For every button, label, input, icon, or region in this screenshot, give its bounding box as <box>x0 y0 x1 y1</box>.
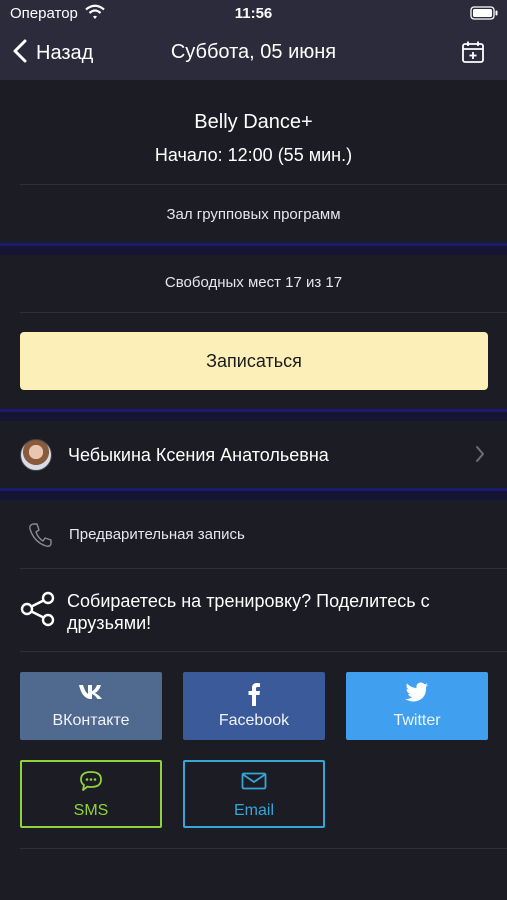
divider <box>20 184 507 185</box>
share-email-label: Email <box>233 802 274 819</box>
section-separator-edge <box>0 488 507 491</box>
booking-label: Предварительная запись <box>69 526 245 543</box>
page-title: Суббота, 05 июня <box>170 41 337 63</box>
vk-icon <box>20 682 162 700</box>
share-vk-button[interactable]: ВКонтакте <box>20 672 162 740</box>
share-sms-button[interactable]: SMS <box>20 760 162 828</box>
navigation-bar: Назад Суббота, 05 июня <box>0 28 507 80</box>
divider <box>20 848 507 849</box>
trainer-avatar <box>20 439 52 471</box>
facebook-icon <box>183 682 325 706</box>
share-facebook-button[interactable]: Facebook <box>183 672 325 740</box>
trainer-row[interactable]: Чебыкина Ксения Анатольевна <box>0 421 507 488</box>
booking-info-row: Предварительная запись <box>0 510 507 560</box>
twitter-icon <box>346 682 488 702</box>
phone-icon <box>28 522 52 553</box>
status-time: 11:56 <box>234 5 273 22</box>
share-facebook-label: Facebook <box>218 712 290 729</box>
free-places: Свободных мест 17 из 17 <box>164 274 343 291</box>
trainer-name: Чебыкина Ксения Анатольевна <box>68 445 329 465</box>
share-vk-label: ВКонтакте <box>52 712 130 729</box>
signup-label: Записаться <box>206 350 302 371</box>
section-separator-edge <box>0 243 507 246</box>
divider <box>20 312 507 313</box>
add-to-calendar-icon[interactable] <box>461 40 485 69</box>
class-hall: Зал групповых программ <box>166 206 341 223</box>
share-sms-label: SMS <box>73 802 109 819</box>
share-icon <box>20 591 56 632</box>
signup-button[interactable]: Записаться <box>20 332 488 390</box>
share-twitter-label: Twitter <box>393 712 441 729</box>
divider <box>20 651 507 652</box>
class-start-time: Начало: 12:00 (55 мин.) <box>154 145 353 165</box>
divider <box>20 568 507 569</box>
share-prompt: Собираетесь на тренировку? Поделитесь с … <box>67 591 430 633</box>
class-name: Belly Dance+ <box>194 111 313 133</box>
sms-icon <box>22 770 160 792</box>
chevron-right-icon <box>475 445 485 468</box>
share-twitter-button[interactable]: Twitter <box>346 672 488 740</box>
status-bar: Оператор 11:56 <box>0 0 507 28</box>
email-icon <box>185 772 323 790</box>
section-separator-edge <box>0 409 507 412</box>
battery-icon <box>470 6 498 24</box>
share-email-button[interactable]: Email <box>183 760 325 828</box>
